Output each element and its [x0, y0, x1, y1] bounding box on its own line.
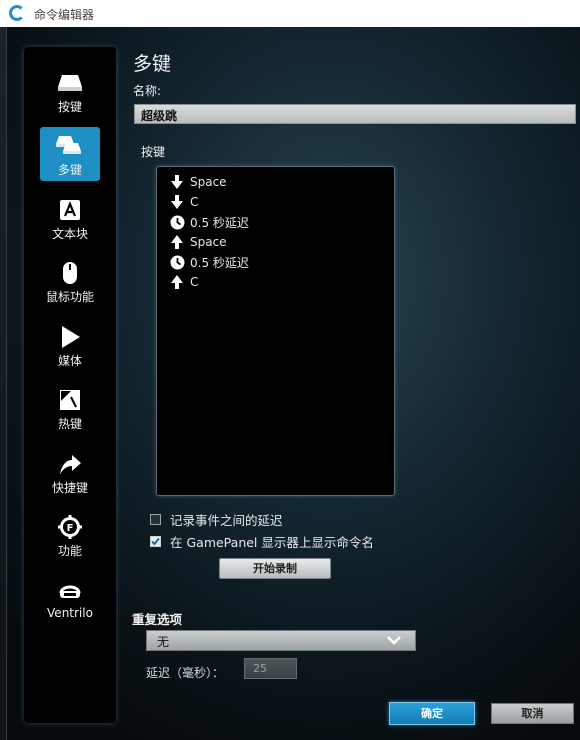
hotkey-icon: [59, 387, 81, 413]
list-item[interactable]: Space: [169, 233, 227, 251]
key-event-text: Space: [190, 235, 227, 249]
arrow-down-icon: [169, 194, 185, 210]
key-event-text: C: [190, 275, 199, 289]
arrow-up-icon: [169, 274, 185, 290]
shortcut-arrow-icon: [58, 451, 82, 477]
function-icon: F: [58, 514, 82, 540]
key-events-list[interactable]: Space C 0.5 秒延迟 Space 0.5 秒延迟 C: [156, 166, 395, 496]
window-left-edge: [0, 27, 7, 740]
clock-icon: [169, 214, 185, 230]
sidebar-item-keystroke[interactable]: 按键: [40, 64, 100, 118]
sidebar-item-multikey[interactable]: 多键: [40, 127, 100, 181]
sidebar-item-label: 鼠标功能: [45, 290, 94, 304]
page-title: 多键: [133, 53, 172, 75]
start-recording-button[interactable]: 开始录制: [219, 558, 331, 579]
mouse-icon: [61, 260, 79, 286]
delay-label: 延迟（毫秒）：: [146, 666, 225, 680]
command-type-sidebar: 按键 多键 文本块 鼠标功能 媒体 热键 快捷键 F 功能 Ventrilo: [24, 47, 116, 723]
multi-key-icon: [55, 133, 85, 159]
checkbox-box[interactable]: [150, 513, 161, 525]
arrow-up-icon: [169, 234, 185, 250]
list-item[interactable]: 0.5 秒延迟: [169, 253, 249, 271]
sidebar-item-hotkey[interactable]: 热键: [40, 381, 100, 435]
checkbox-label: 记录事件之间的延迟: [170, 512, 283, 528]
record-delays-checkbox[interactable]: 记录事件之间的延迟: [150, 511, 283, 528]
chevron-down-icon: [387, 634, 401, 646]
sidebar-item-label: 快捷键: [51, 481, 88, 495]
delay-input[interactable]: 25: [244, 658, 297, 679]
checkbox-label: 在 GamePanel 显示器上显示命令名: [170, 534, 374, 550]
list-item[interactable]: C: [169, 273, 198, 291]
repeat-options-select[interactable]: 无: [146, 630, 416, 651]
sidebar-item-function[interactable]: F 功能: [40, 508, 100, 562]
headset-icon: [58, 578, 82, 604]
repeat-options-label: 重复选项: [132, 612, 183, 627]
window-title: 命令编辑器: [34, 8, 95, 22]
ok-button[interactable]: 确定: [389, 702, 475, 725]
keys-label: 按键: [141, 145, 166, 159]
clock-icon: [169, 254, 185, 270]
command-name-input[interactable]: 超级跳: [134, 104, 576, 124]
arrow-down-icon: [169, 174, 185, 190]
sidebar-item-label: 功能: [57, 544, 82, 558]
sidebar-item-label: 多键: [57, 163, 82, 177]
checkmark-icon: [151, 537, 160, 545]
repeat-selected-value: 无: [157, 635, 170, 649]
list-item[interactable]: Space: [169, 173, 227, 191]
sidebar-item-shortcut[interactable]: 快捷键: [40, 445, 100, 499]
key-icon: [56, 70, 84, 96]
sidebar-item-label: Ventrilo: [47, 606, 93, 620]
logitech-logo-icon: [9, 5, 25, 21]
text-block-icon: [59, 197, 81, 223]
sidebar-item-label: 文本块: [51, 227, 88, 241]
key-event-text: 0.5 秒延迟: [190, 255, 249, 270]
key-event-text: Space: [190, 175, 227, 189]
sidebar-item-media[interactable]: 媒体: [40, 318, 100, 372]
checkbox-box[interactable]: [150, 535, 161, 547]
list-item[interactable]: C: [169, 193, 198, 211]
play-icon: [59, 324, 81, 350]
sidebar-item-label: 媒体: [57, 354, 82, 368]
show-name-checkbox[interactable]: 在 GamePanel 显示器上显示命令名: [150, 533, 374, 550]
list-item[interactable]: 0.5 秒延迟: [169, 213, 249, 231]
title-bar: 命令编辑器: [0, 0, 580, 28]
cancel-button[interactable]: 取消: [491, 703, 574, 724]
key-event-text: 0.5 秒延迟: [190, 215, 249, 230]
sidebar-item-ventrilo[interactable]: Ventrilo: [40, 572, 100, 626]
sidebar-item-label: 按键: [57, 100, 82, 114]
key-event-text: C: [190, 195, 199, 209]
name-label: 名称:: [133, 84, 162, 98]
svg-text:F: F: [67, 523, 74, 534]
sidebar-item-mouse[interactable]: 鼠标功能: [40, 254, 100, 308]
sidebar-item-textblock[interactable]: 文本块: [40, 191, 100, 245]
sidebar-item-label: 热键: [57, 417, 82, 431]
